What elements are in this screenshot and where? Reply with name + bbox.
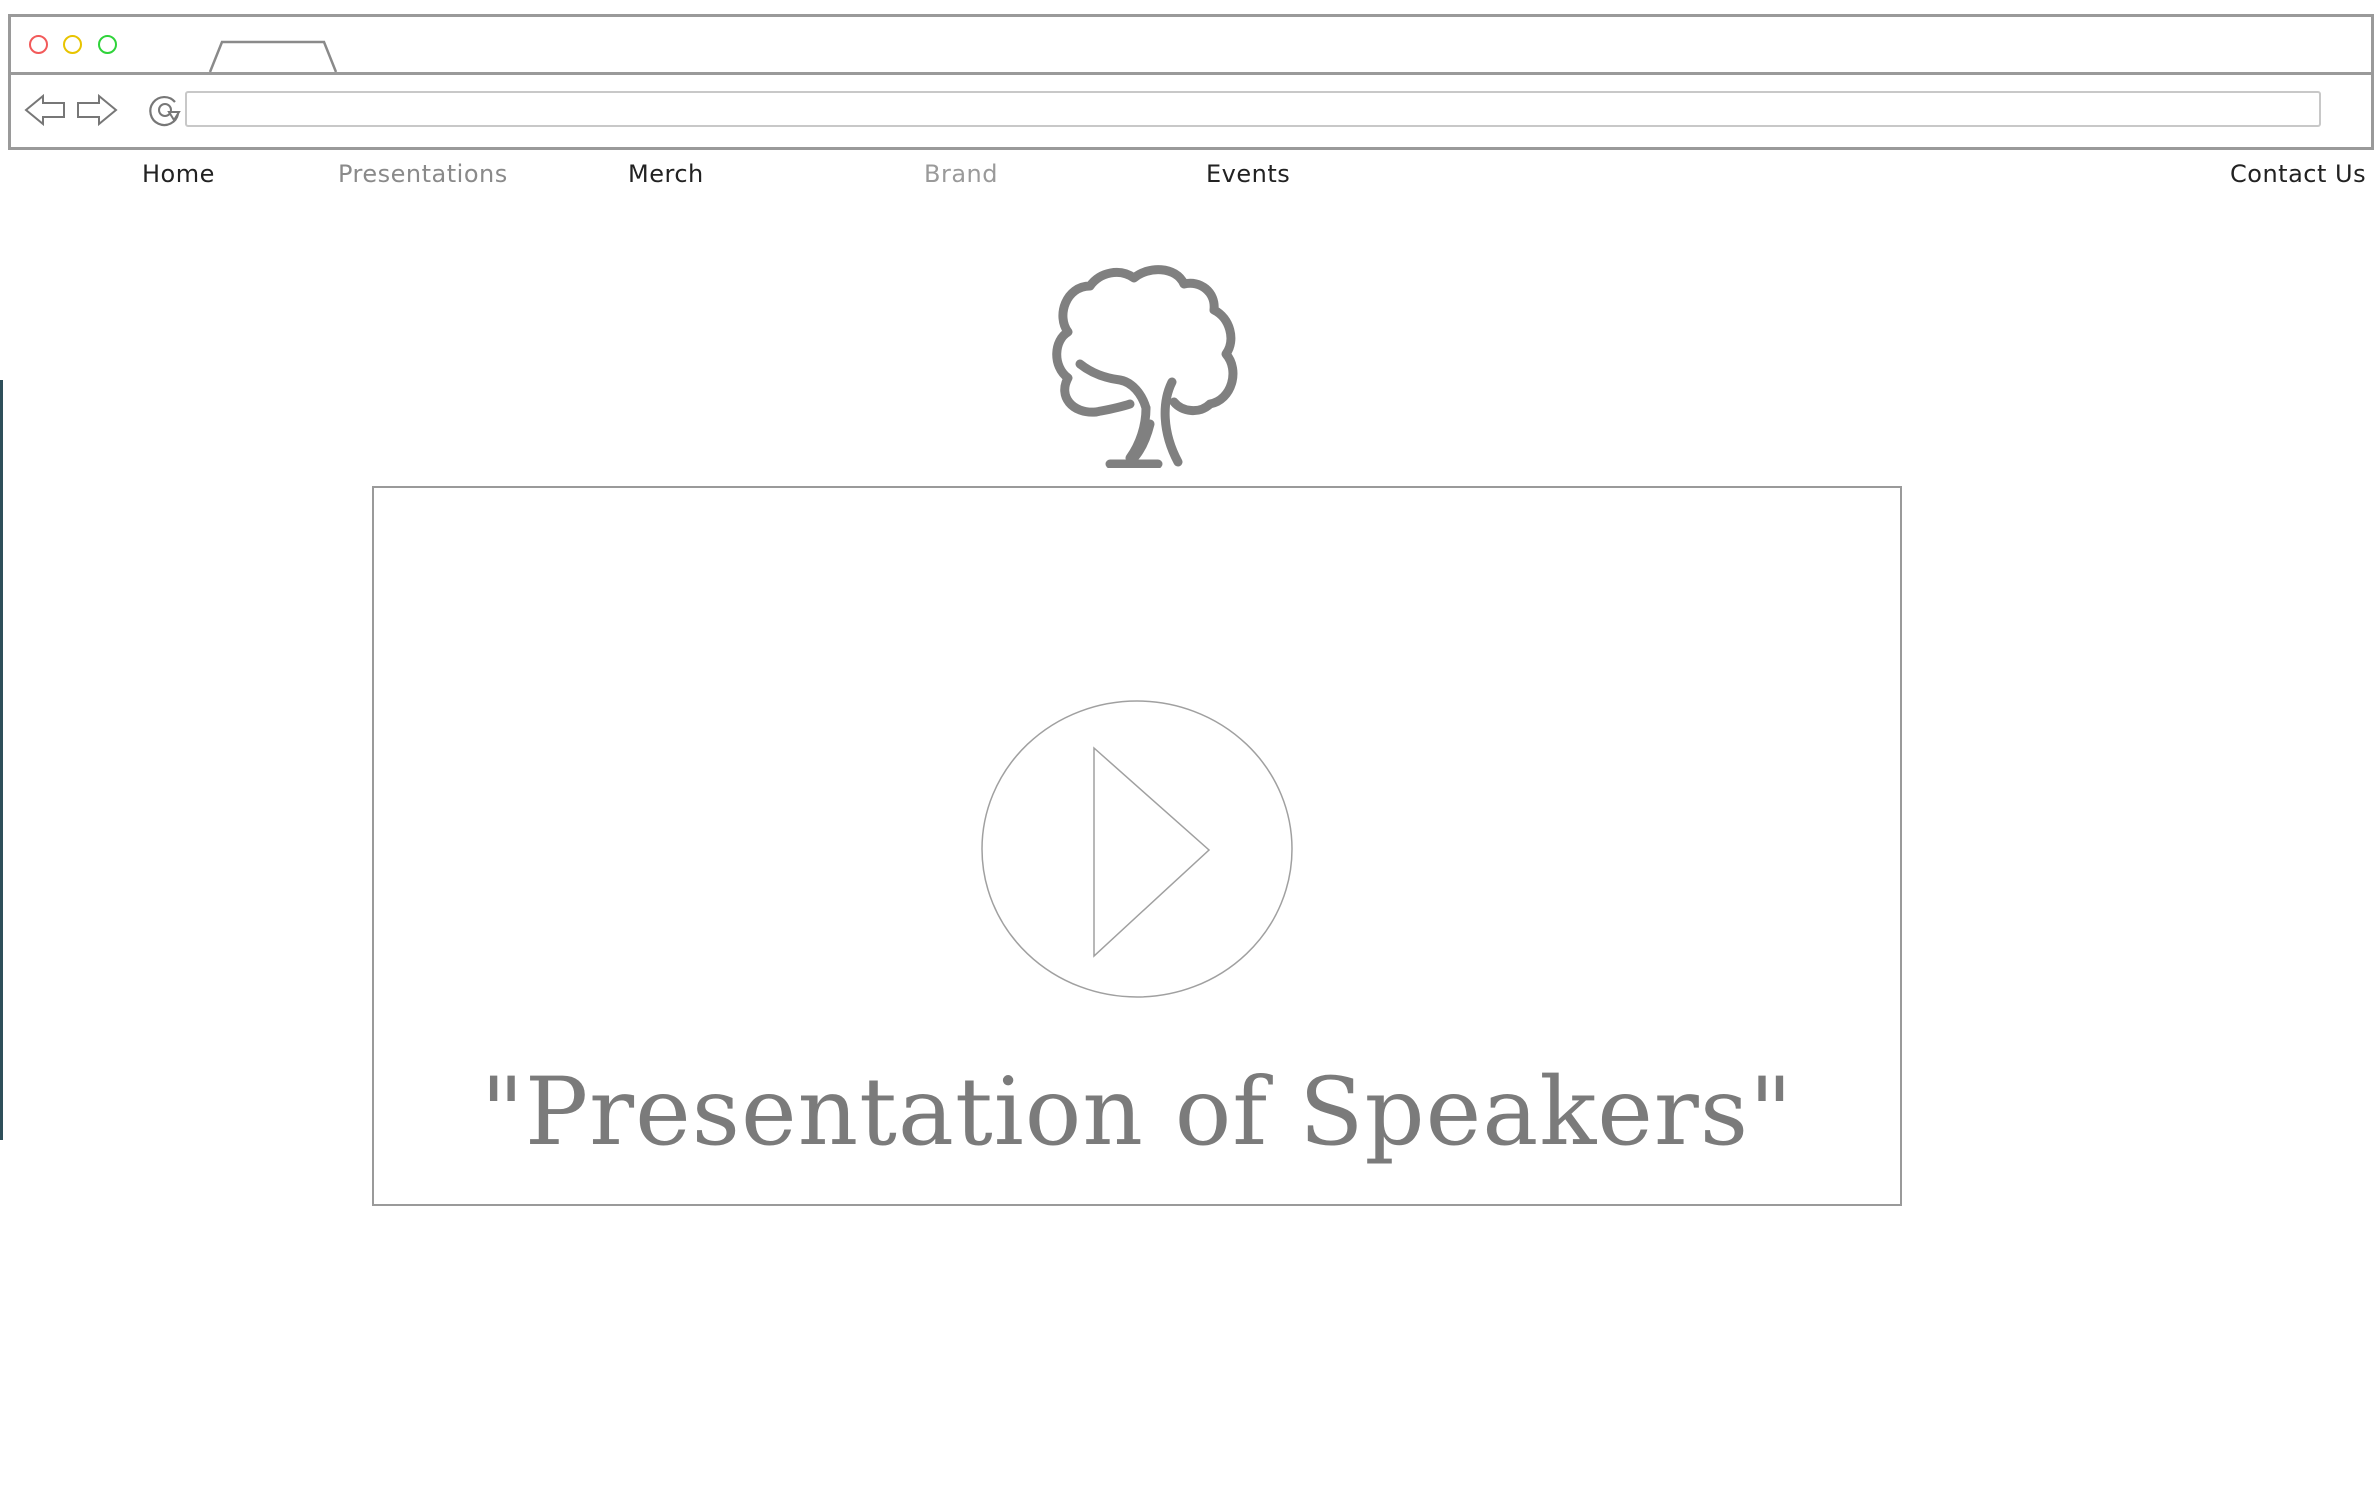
nav-item-contact-us[interactable]: Contact Us bbox=[2230, 160, 2366, 188]
nav-item-merch[interactable]: Merch bbox=[628, 160, 704, 188]
back-arrow-icon[interactable] bbox=[23, 92, 67, 128]
address-bar[interactable] bbox=[185, 91, 2321, 127]
nav-item-events[interactable]: Events bbox=[1206, 160, 1290, 188]
nav-item-presentations[interactable]: Presentations bbox=[338, 160, 508, 188]
tree-icon bbox=[1052, 265, 1238, 468]
tab-bar bbox=[11, 17, 2371, 75]
video-caption: "Presentation of Speakers" bbox=[480, 1058, 1794, 1167]
page: Home Presentations Merch Brand Events Co… bbox=[0, 0, 2380, 1507]
nav-item-home[interactable]: Home bbox=[142, 160, 215, 188]
close-window-button[interactable] bbox=[29, 35, 48, 54]
nav-item-brand[interactable]: Brand bbox=[924, 160, 998, 188]
browser-tab[interactable] bbox=[208, 39, 338, 72]
window-edge bbox=[0, 380, 3, 1140]
maximize-window-button[interactable] bbox=[98, 35, 117, 54]
forward-arrow-icon[interactable] bbox=[75, 92, 119, 128]
minimize-window-button[interactable] bbox=[63, 35, 82, 54]
video-player[interactable]: "Presentation of Speakers" bbox=[372, 486, 1902, 1206]
browser-toolbar bbox=[11, 72, 2371, 150]
browser-window bbox=[8, 14, 2374, 150]
reload-icon[interactable] bbox=[145, 90, 185, 130]
play-icon[interactable] bbox=[979, 698, 1295, 1000]
